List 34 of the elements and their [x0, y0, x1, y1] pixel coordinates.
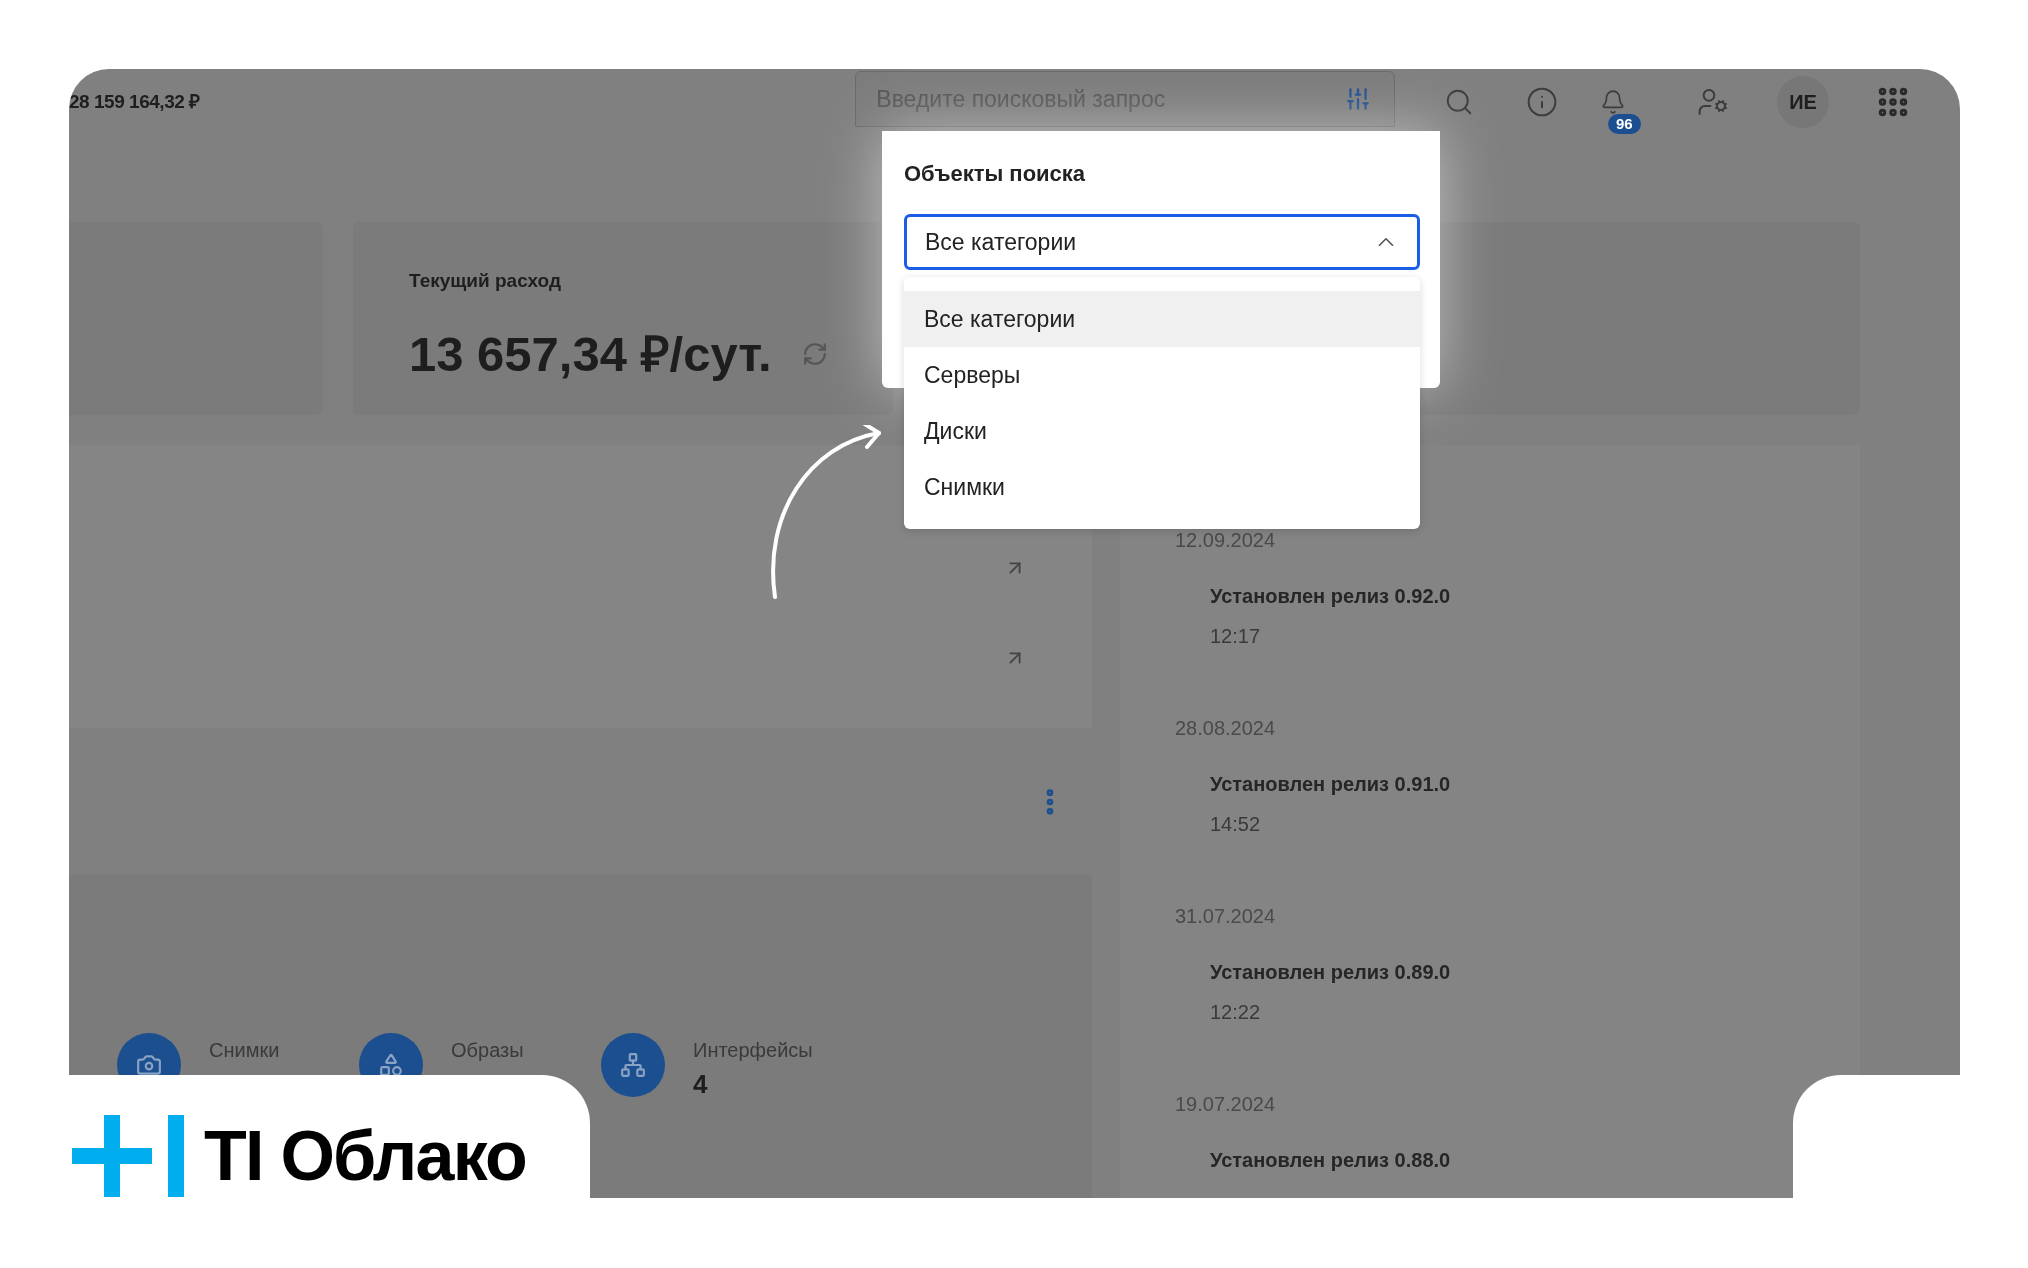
category-option[interactable]: Все категории [904, 291, 1420, 347]
category-select[interactable]: Все категории [904, 214, 1420, 270]
release-time: 12:17 [1210, 624, 1262, 649]
brand-name: TI Облако [204, 1116, 527, 1197]
category-option[interactable]: Снимки [904, 459, 1420, 515]
bell-icon[interactable] [1600, 89, 1626, 115]
release-date: 12.09.2024 [1175, 528, 1277, 553]
info-icon[interactable] [1526, 86, 1558, 118]
user-settings-icon[interactable] [1697, 86, 1729, 118]
expense-label: Текущий расход [409, 269, 562, 293]
brand-logo-icon [72, 1115, 184, 1197]
release-date: 31.07.2024 [1175, 904, 1277, 929]
release-title: Установлен релиз 0.89.0 [1210, 960, 1452, 985]
release-title: Установлен релиз 0.91.0 [1210, 772, 1452, 797]
resource-label: Интерфейсы [693, 1038, 813, 1063]
release-title: Установлен релиз 0.88.0 [1210, 1148, 1452, 1173]
expense-value: 13 657,34 ₽/сут. [409, 325, 772, 383]
filter-icon[interactable] [1345, 86, 1371, 112]
notification-badge: 96 [1608, 114, 1641, 134]
resource-count: 4 [693, 1068, 709, 1101]
release-title: Установлен релиз 0.92.0 [1210, 584, 1452, 609]
release-time: 12:22 [1210, 1000, 1262, 1025]
popover-title: Объекты поиска [904, 160, 1087, 188]
category-option[interactable]: Серверы [904, 347, 1420, 403]
resource-label: Снимки [209, 1038, 280, 1063]
release-date: 28.08.2024 [1175, 716, 1277, 741]
release-date: 19.07.2024 [1175, 1092, 1277, 1117]
balance-amount: 28 159 164,32 ₽ [69, 91, 200, 112]
avatar[interactable]: ИЕ [1777, 76, 1829, 128]
refresh-icon[interactable] [801, 341, 828, 368]
resource-label: Образы [451, 1038, 524, 1063]
category-option[interactable]: Диски [904, 403, 1420, 459]
search-icon[interactable] [1444, 87, 1474, 117]
release-time: 14:52 [1210, 812, 1262, 837]
